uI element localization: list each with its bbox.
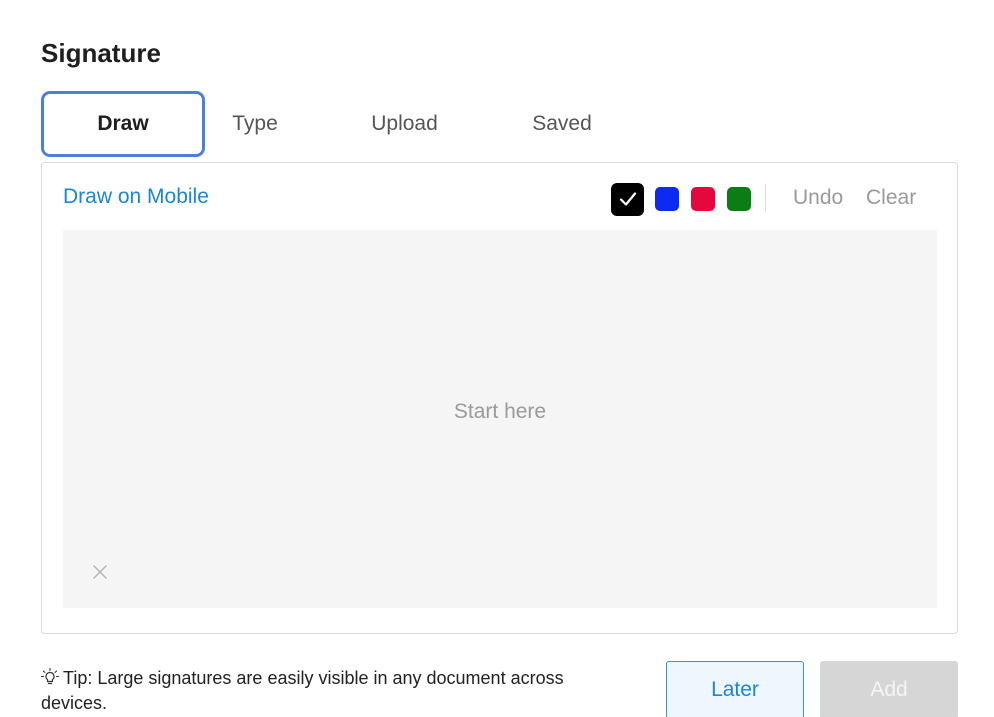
draw-on-mobile-link[interactable]: Draw on Mobile [63,185,209,209]
color-swatch-blue[interactable] [655,187,679,211]
check-icon [619,192,636,206]
color-picker [611,182,763,216]
tab-upload[interactable]: Upload [341,91,468,157]
color-swatch-black[interactable] [611,182,644,216]
canvas-hint: Start here [453,400,547,423]
draw-panel: Draw on Mobile Undo Clear Start here [41,162,958,634]
signature-tabs: Draw Type Upload Saved [41,91,741,159]
tip-text-container: Tip: Large signatures are easily visible… [41,666,601,716]
tip-text: Tip: Large signatures are easily visible… [41,668,564,713]
close-icon [93,565,107,579]
tab-draw[interactable]: Draw [41,91,205,157]
page-title: Signature [41,38,161,68]
tab-type[interactable]: Type [205,91,305,157]
add-button[interactable]: Add [820,661,958,717]
color-swatch-red[interactable] [691,187,715,211]
tab-saved[interactable]: Saved [501,91,623,157]
lightbulb-icon [41,668,59,685]
undo-button[interactable]: Undo [793,186,843,210]
clear-button[interactable]: Clear [866,186,916,210]
later-button[interactable]: Later [666,661,804,717]
toolbar-divider [765,184,766,212]
signature-canvas[interactable]: Start here [63,230,937,608]
color-swatch-green[interactable] [727,187,751,211]
